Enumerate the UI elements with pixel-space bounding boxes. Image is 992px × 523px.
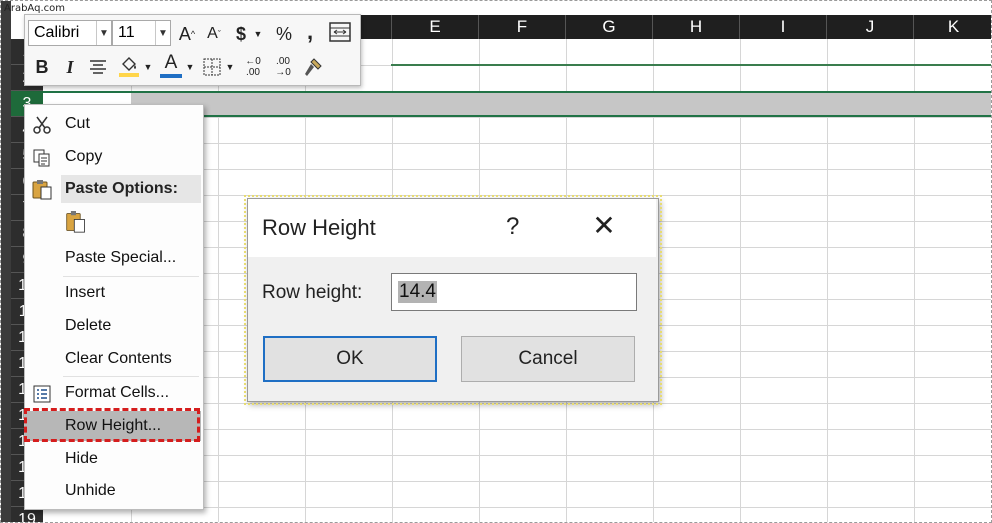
column-header-g[interactable]: G <box>566 15 653 39</box>
fill-color-icon[interactable] <box>117 53 141 79</box>
align-center-icon[interactable] <box>87 55 109 79</box>
increase-decimal-button[interactable]: ←0 .00 <box>239 53 267 81</box>
row-boundary-line <box>391 64 991 66</box>
menu-item-label: Clear Contents <box>65 350 172 367</box>
copy-icon <box>31 147 53 169</box>
menu-item-clear-contents[interactable]: Clear Contents <box>25 344 201 374</box>
column-header-k[interactable]: K <box>914 15 991 39</box>
row-height-input[interactable]: 14.4 <box>391 273 637 311</box>
help-button[interactable]: ? <box>506 213 519 241</box>
close-icon[interactable]: ✕ <box>588 209 620 241</box>
cancel-button[interactable]: Cancel <box>461 336 635 382</box>
column-header-f[interactable]: F <box>479 15 566 39</box>
menu-item-format-cells[interactable]: Format Cells... <box>25 378 201 408</box>
borders-icon[interactable] <box>201 55 223 79</box>
context-menu: Cut Copy Paste Options: Paste Special...… <box>24 104 204 510</box>
comma-style-button[interactable]: , <box>301 19 319 44</box>
column-header-j[interactable]: J <box>827 15 914 39</box>
paste-options-label: Paste Options: <box>61 175 201 203</box>
menu-item-cut[interactable]: Cut <box>25 109 201 139</box>
currency-format-button[interactable]: $ <box>231 23 251 45</box>
chevron-down-icon[interactable]: ▼ <box>96 21 111 45</box>
left-edge <box>1 1 11 522</box>
merge-center-icon[interactable] <box>328 21 352 43</box>
font-name-combo[interactable]: Calibri ▼ <box>28 20 112 46</box>
row-height-value: 14.4 <box>398 281 437 303</box>
row-height-dialog: Row Height ? ✕ Row height: 14.4 OK Cance… <box>244 195 662 405</box>
dialog-title: Row Height <box>262 215 376 240</box>
menu-item-label: Cut <box>65 115 90 132</box>
clipboard-icon <box>65 211 87 233</box>
column-header-h[interactable]: H <box>653 15 740 39</box>
column-header-e[interactable]: E <box>392 15 479 39</box>
menu-item-label: Copy <box>65 148 103 165</box>
menu-item-label: Insert <box>65 284 106 301</box>
menu-item-label: Unhide <box>65 482 116 499</box>
paste-button[interactable] <box>61 207 97 243</box>
font-color-button[interactable]: A <box>159 52 183 80</box>
menu-divider <box>63 276 199 277</box>
menu-item-paste-special[interactable]: Paste Special... <box>25 243 201 273</box>
menu-divider <box>63 376 199 377</box>
menu-item-label: Delete <box>65 317 112 334</box>
menu-item-hide[interactable]: Hide <box>25 444 201 474</box>
menu-item-copy[interactable]: Copy <box>25 142 201 172</box>
increase-font-size-button[interactable]: A ^ <box>176 23 198 45</box>
ok-button[interactable]: OK <box>263 336 437 382</box>
clipboard-icon <box>31 178 53 200</box>
decrease-font-size-button[interactable]: Aˇ <box>203 23 225 45</box>
watermark: ArabAq.com <box>4 3 65 14</box>
format-cells-icon <box>31 383 53 405</box>
highlight-box <box>24 408 200 442</box>
menu-item-label: Hide <box>65 450 98 467</box>
chevron-down-icon[interactable]: ▼ <box>225 55 235 79</box>
menu-item-label: Format Cells... <box>65 384 170 401</box>
format-painter-icon[interactable] <box>301 55 325 79</box>
column-header-i[interactable]: I <box>740 15 827 39</box>
row-height-label: Row height: <box>262 282 363 303</box>
menu-item-unhide[interactable]: Unhide <box>25 476 201 506</box>
chevron-down-icon[interactable]: ▼ <box>143 55 153 79</box>
menu-item-label: Paste Special... <box>65 249 177 266</box>
font-name-value: Calibri <box>34 24 80 41</box>
chevron-down-icon[interactable]: ▼ <box>185 55 195 79</box>
chevron-down-icon[interactable]: ▼ <box>155 21 170 45</box>
scissors-icon <box>31 114 53 136</box>
menu-item-insert[interactable]: Insert <box>25 278 201 308</box>
italic-button[interactable]: I <box>59 55 81 79</box>
chevron-down-icon[interactable]: ▼ <box>253 23 263 45</box>
menu-item-delete[interactable]: Delete <box>25 311 201 341</box>
bold-button[interactable]: B <box>31 55 53 79</box>
font-size-combo[interactable]: 11 ▼ <box>112 20 171 46</box>
percent-style-button[interactable]: % <box>273 23 295 45</box>
font-color-bar <box>160 74 182 78</box>
decrease-decimal-button[interactable]: .00 →0 <box>269 53 297 81</box>
mini-toolbar: Calibri ▼ 11 ▼ A ^ Aˇ $ ▼ % , B I ▼ A ▼ ▼… <box>24 14 361 86</box>
font-size-value: 11 <box>118 24 135 41</box>
